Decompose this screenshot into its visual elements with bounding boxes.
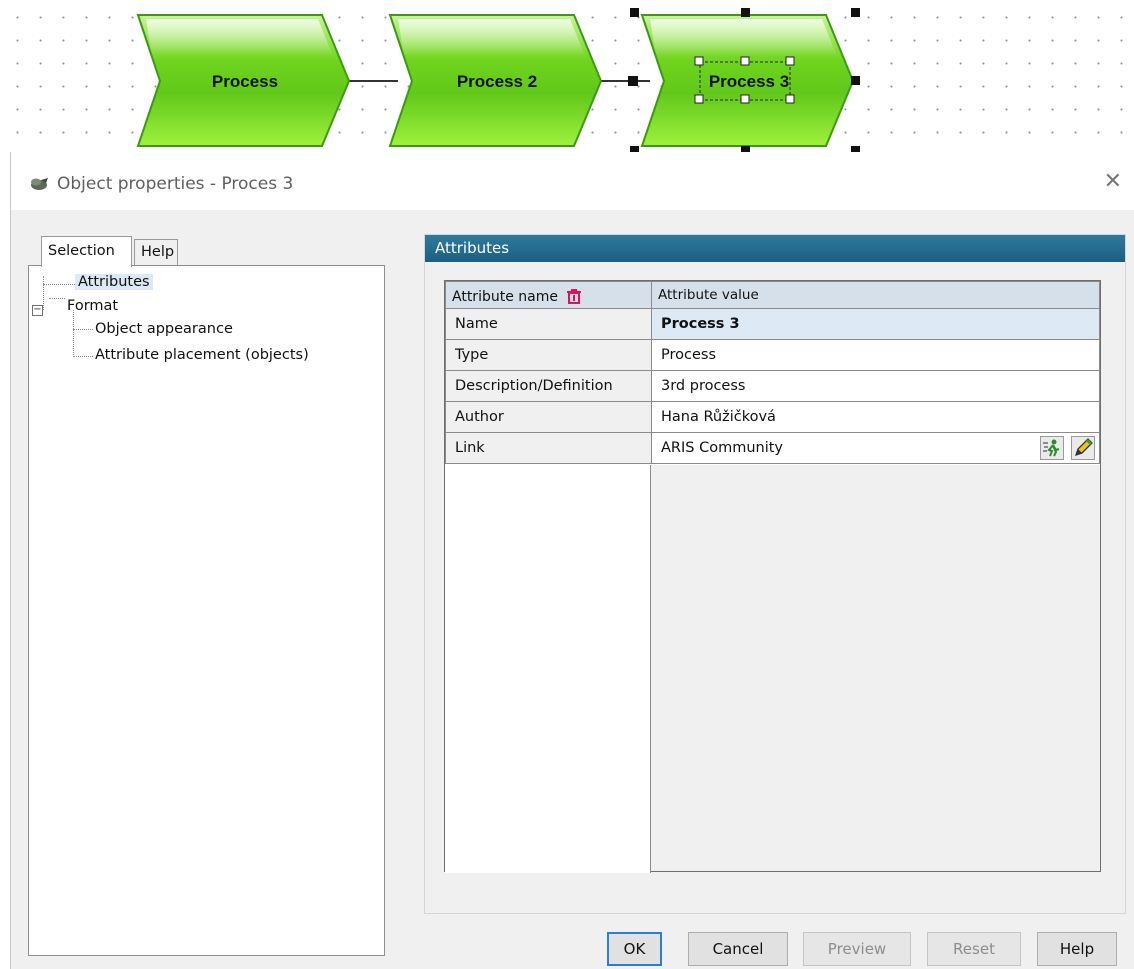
help-button[interactable]: Help [1037,932,1117,966]
link-value: ARIS Community [661,440,784,456]
table-row[interactable]: Type Process [445,339,1100,371]
attributes-header: Attributes [425,235,1125,262]
table-row[interactable]: Description/Definition 3rd process [445,370,1100,402]
open-link-icon[interactable] [1040,436,1065,460]
attribute-name-cell: Type [445,339,652,371]
dialog-title: Object properties - Proces 3 [57,174,294,194]
tab-selection[interactable]: Selection [41,236,132,267]
tab-help[interactable]: Help [134,239,178,266]
ok-button[interactable]: OK [607,932,662,966]
attribute-name-cell: Author [445,401,652,433]
process-label-2: Process 2 [456,72,538,91]
attribute-name-cell: Link [445,432,652,464]
object-properties-dialog: Object properties - Proces 3 ✕ Selection… [10,152,1134,969]
close-icon[interactable]: ✕ [1104,170,1122,194]
object-properties-icon [29,176,49,195]
attribute-value-cell[interactable]: Hana Růžičková [651,401,1100,433]
navigation-tree: Attributes Format Object appearance Attr… [28,265,385,956]
edit-pencil-icon[interactable] [1071,436,1095,460]
attribute-name-cell: Name [445,308,652,340]
column-header-attribute-value[interactable]: Attribute value [651,281,1100,309]
process-label-1: Process [211,72,279,91]
tree-item-format[interactable]: Format [67,298,118,314]
table-empty-area [445,465,651,873]
attribute-value-cell-link[interactable]: ARIS Community [651,432,1100,464]
tree-item-attributes[interactable]: Attributes [75,274,153,290]
diagram-canvas[interactable]: Process Process 2 Process 3 [0,0,1134,160]
attributes-table: Attribute name Attribute value Name Proc… [444,280,1101,873]
attribute-value-cell[interactable]: Process [651,339,1100,371]
column-header-attribute-name[interactable]: Attribute name [445,281,652,309]
attributes-panel: Attributes Attribute name Attribute valu… [424,234,1126,914]
attribute-value-cell[interactable]: 3rd process [651,370,1100,402]
attribute-name-cell: Description/Definition [445,370,652,402]
attribute-value-cell[interactable]: Process 3 [651,308,1100,340]
tree-item-object-appearance[interactable]: Object appearance [95,321,233,337]
table-row[interactable]: Link ARIS Community [445,432,1100,464]
dialog-titlebar[interactable]: Object properties - Proces 3 ✕ [11,152,1134,210]
table-row[interactable]: Author Hana Růžičková [445,401,1100,433]
table-empty-area [651,465,1100,871]
reset-button[interactable]: Reset [927,932,1021,966]
preview-button[interactable]: Preview [803,932,911,966]
process-label-3[interactable]: Process 3 [669,70,829,94]
collapse-icon[interactable]: − [32,305,43,316]
table-row[interactable]: Name Process 3 [445,308,1100,340]
tree-item-attribute-placement[interactable]: Attribute placement (objects) [95,347,309,363]
cancel-button[interactable]: Cancel [688,932,788,966]
delete-icon[interactable] [566,288,582,304]
